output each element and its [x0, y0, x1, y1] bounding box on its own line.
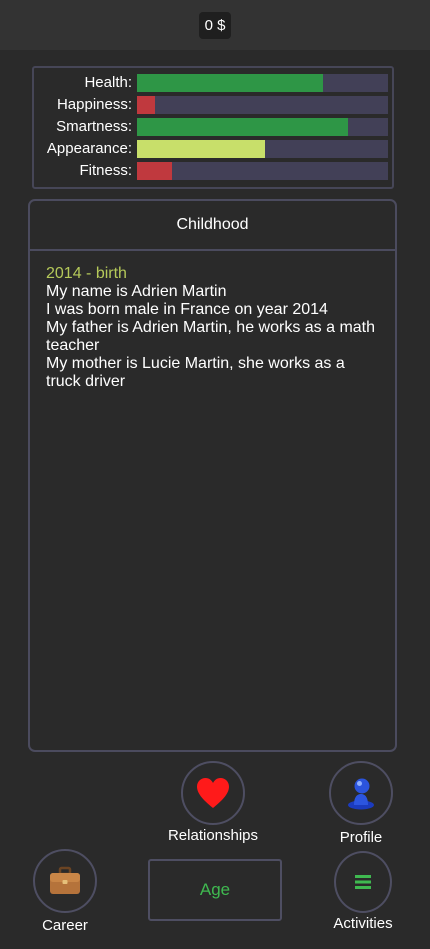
- relationships-label[interactable]: Relationships: [160, 827, 266, 844]
- stat-fill: [137, 96, 155, 114]
- age-button[interactable]: Age: [148, 859, 282, 921]
- stat-fill: [137, 162, 173, 180]
- stat-health: Health:: [34, 74, 392, 92]
- stat-happiness: Happiness:: [34, 96, 392, 114]
- profile-label[interactable]: Profile: [330, 829, 392, 846]
- money-display: 0 $: [198, 11, 232, 39]
- relationships-button[interactable]: [181, 761, 245, 825]
- stat-appearance: Appearance:: [34, 140, 392, 158]
- briefcase-icon: [50, 866, 80, 894]
- stat-bar: [137, 74, 388, 92]
- stat-label: Appearance:: [46, 140, 132, 157]
- heart-icon: [197, 778, 229, 808]
- profile-button[interactable]: [329, 761, 393, 825]
- activities-label[interactable]: Activities: [327, 915, 399, 932]
- stat-fill: [137, 118, 348, 136]
- log-line: My name is Adrien Martin: [46, 283, 227, 300]
- stat-label: Happiness:: [56, 96, 132, 113]
- log-line: My father is Adrien Martin, he works as …: [46, 319, 376, 354]
- person-icon: [348, 778, 374, 810]
- stat-label: Smartness:: [56, 118, 132, 135]
- stats-panel: Health: Happiness: Smartness: Appearance…: [32, 66, 394, 189]
- stat-label: Fitness:: [79, 162, 132, 179]
- stat-fill: [137, 140, 265, 158]
- top-bar: 0 $: [0, 0, 430, 50]
- stat-bar: [137, 118, 388, 136]
- log-line: I was born male in France on year 2014: [46, 301, 328, 318]
- stat-label: Health:: [84, 74, 132, 91]
- life-log: 2014 - birth My name is Adrien Martin I …: [30, 251, 395, 405]
- log-line: My mother is Lucie Martin, she works as …: [46, 355, 345, 390]
- stat-fill: [137, 74, 323, 92]
- stat-bar: [137, 96, 388, 114]
- life-log-panel: Childhood 2014 - birth My name is Adrien…: [28, 199, 397, 752]
- stat-bar: [137, 140, 388, 158]
- panel-title: Childhood: [30, 201, 395, 251]
- stat-smartness: Smartness:: [34, 118, 392, 136]
- activities-button[interactable]: [334, 851, 392, 913]
- stat-bar: [137, 162, 388, 180]
- stat-fitness: Fitness:: [34, 162, 392, 180]
- menu-icon: [355, 875, 371, 889]
- year-entry: 2014 - birth: [46, 265, 127, 282]
- career-label[interactable]: Career: [34, 917, 96, 934]
- career-button[interactable]: [33, 849, 97, 913]
